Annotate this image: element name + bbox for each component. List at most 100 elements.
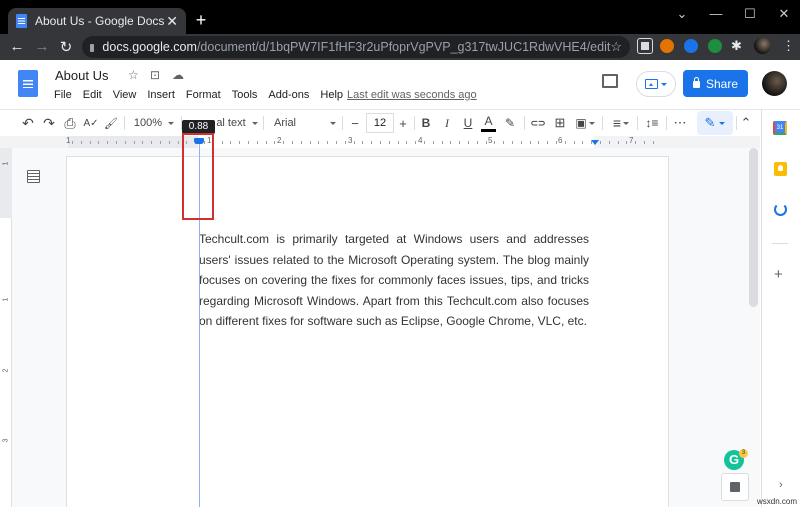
- tab-close-icon[interactable]: ✕: [166, 13, 178, 30]
- toolbar-divider: [666, 116, 667, 130]
- menu-addons[interactable]: Add-ons: [268, 89, 309, 101]
- edit-mode-pencil-icon: ✎: [699, 112, 731, 134]
- get-addons-icon[interactable]: +: [774, 266, 783, 283]
- font-select[interactable]: Arial: [274, 112, 336, 134]
- ruler-tick: [450, 141, 451, 144]
- add-comment-icon[interactable]: ⊞: [552, 112, 568, 134]
- ruler-tick: [178, 141, 179, 144]
- vertical-ruler-label: 2: [2, 368, 10, 373]
- insert-image-button[interactable]: ▣: [572, 112, 598, 134]
- green-extension-icon[interactable]: [708, 39, 722, 53]
- decrease-font-size-button[interactable]: −: [347, 112, 363, 134]
- document-page[interactable]: [67, 157, 668, 507]
- tasks-icon[interactable]: [774, 203, 787, 216]
- docs-logo-icon[interactable]: [18, 70, 38, 97]
- zoom-select[interactable]: 100%: [132, 112, 176, 134]
- align-button[interactable]: ≡: [608, 112, 634, 134]
- forward-button[interactable]: →: [33, 38, 51, 55]
- screen-capture-extension-icon[interactable]: [637, 38, 653, 54]
- star-icon[interactable]: ☆: [128, 68, 139, 82]
- vertical-ruler-label: 1: [2, 161, 10, 166]
- menu-help[interactable]: Help: [320, 89, 343, 101]
- pencil-icon: ✎: [704, 115, 716, 130]
- ruler-tick: [336, 141, 337, 144]
- vertical-scrollbar[interactable]: [749, 148, 758, 307]
- toolbar-divider: [124, 116, 125, 130]
- ruler-label: 4: [418, 136, 423, 145]
- print-icon[interactable]: ⎙: [61, 112, 79, 134]
- move-folder-icon[interactable]: ⊡: [150, 68, 160, 82]
- expand-side-panel-icon[interactable]: ›: [779, 479, 783, 491]
- reload-button[interactable]: ↻: [57, 38, 75, 56]
- back-button[interactable]: ←: [8, 38, 26, 55]
- share-button[interactable]: Share: [683, 70, 748, 97]
- document-outline-icon[interactable]: [27, 170, 40, 183]
- indent-tooltip: 0.88: [182, 120, 215, 134]
- vertical-ruler-label: 1: [2, 297, 10, 302]
- document-body-paragraph[interactable]: Techcult.com is primarily targeted at Wi…: [199, 229, 589, 332]
- tab-search-button[interactable]: ⌄: [667, 6, 697, 22]
- close-window-button[interactable]: ✕: [769, 6, 799, 22]
- cloud-status-icon[interactable]: ☁: [172, 68, 184, 82]
- undo-icon[interactable]: ↶: [19, 112, 37, 134]
- share-label: Share: [705, 76, 739, 91]
- ruler-label: 7: [629, 136, 634, 145]
- ruler-tick: [239, 141, 240, 144]
- maximize-button[interactable]: ☐: [735, 6, 765, 22]
- menu-insert[interactable]: Insert: [147, 89, 175, 101]
- highlight-color-icon[interactable]: ✎: [503, 112, 517, 134]
- ruler-label: 5: [488, 136, 493, 145]
- last-edit-link[interactable]: Last edit was seconds ago: [347, 89, 477, 101]
- docs-extension-icon[interactable]: [684, 39, 698, 53]
- ruler-tick: [494, 141, 495, 144]
- font-value: Arial: [274, 117, 297, 129]
- menu-edit[interactable]: Edit: [83, 89, 102, 101]
- style-select[interactable]: al text: [213, 112, 261, 134]
- minimize-button[interactable]: —: [701, 6, 731, 21]
- account-avatar[interactable]: [762, 71, 787, 96]
- extension-icon[interactable]: [660, 39, 674, 53]
- chrome-menu-icon[interactable]: ⋮: [782, 38, 795, 54]
- ruler-tick: [521, 141, 522, 144]
- italic-button[interactable]: I: [440, 112, 454, 134]
- more-options-icon[interactable]: ⋯: [671, 112, 689, 134]
- menu-file[interactable]: File: [54, 89, 72, 101]
- chevron-down-icon: [251, 121, 258, 128]
- paint-format-icon[interactable]: 🖌: [103, 112, 119, 134]
- font-size-input[interactable]: 12: [366, 113, 394, 133]
- menu-view[interactable]: View: [113, 89, 137, 101]
- ruler-tick: [565, 141, 566, 144]
- text-color-button[interactable]: A: [481, 112, 496, 132]
- document-title[interactable]: About Us: [55, 68, 108, 83]
- extensions-puzzle-icon[interactable]: ✱: [731, 38, 742, 54]
- calendar-icon[interactable]: 31: [773, 121, 787, 135]
- line-spacing-icon[interactable]: ↕≡: [642, 112, 662, 134]
- ruler-tick: [354, 141, 355, 144]
- chevron-down-icon: [330, 121, 336, 128]
- toolbar-divider: [736, 116, 737, 130]
- menu-tools[interactable]: Tools: [232, 89, 258, 101]
- insert-link-icon[interactable]: ⊂⊃: [530, 112, 546, 134]
- ruler-tick: [345, 141, 346, 144]
- profile-avatar[interactable]: [754, 37, 771, 54]
- redo-icon[interactable]: ↷: [40, 112, 58, 134]
- comment-history-icon[interactable]: [602, 74, 618, 88]
- menu-format[interactable]: Format: [186, 89, 221, 101]
- increase-font-size-button[interactable]: +: [396, 112, 410, 134]
- ruler-tick: [477, 141, 478, 144]
- collapse-toolbar-icon[interactable]: ⌃: [739, 112, 753, 134]
- url-host: docs.google.com: [102, 40, 197, 54]
- keep-icon[interactable]: [774, 162, 787, 176]
- underline-button[interactable]: U: [461, 112, 475, 134]
- bookmark-star-icon[interactable]: ☆: [610, 39, 622, 55]
- present-button[interactable]: [636, 71, 676, 97]
- bold-button[interactable]: B: [419, 112, 433, 134]
- address-bar[interactable]: docs.google.com /document/d/1bqPW7IF1fHF…: [82, 36, 630, 58]
- explore-button[interactable]: [721, 473, 749, 501]
- watermark: wsxdn.com: [757, 497, 798, 506]
- spellcheck-icon[interactable]: A✓: [82, 112, 100, 134]
- ruler-tick: [283, 141, 284, 144]
- ruler-tick: [380, 141, 381, 144]
- browser-tab[interactable]: About Us - Google Docs ✕: [8, 8, 186, 34]
- new-tab-button[interactable]: +: [192, 10, 210, 31]
